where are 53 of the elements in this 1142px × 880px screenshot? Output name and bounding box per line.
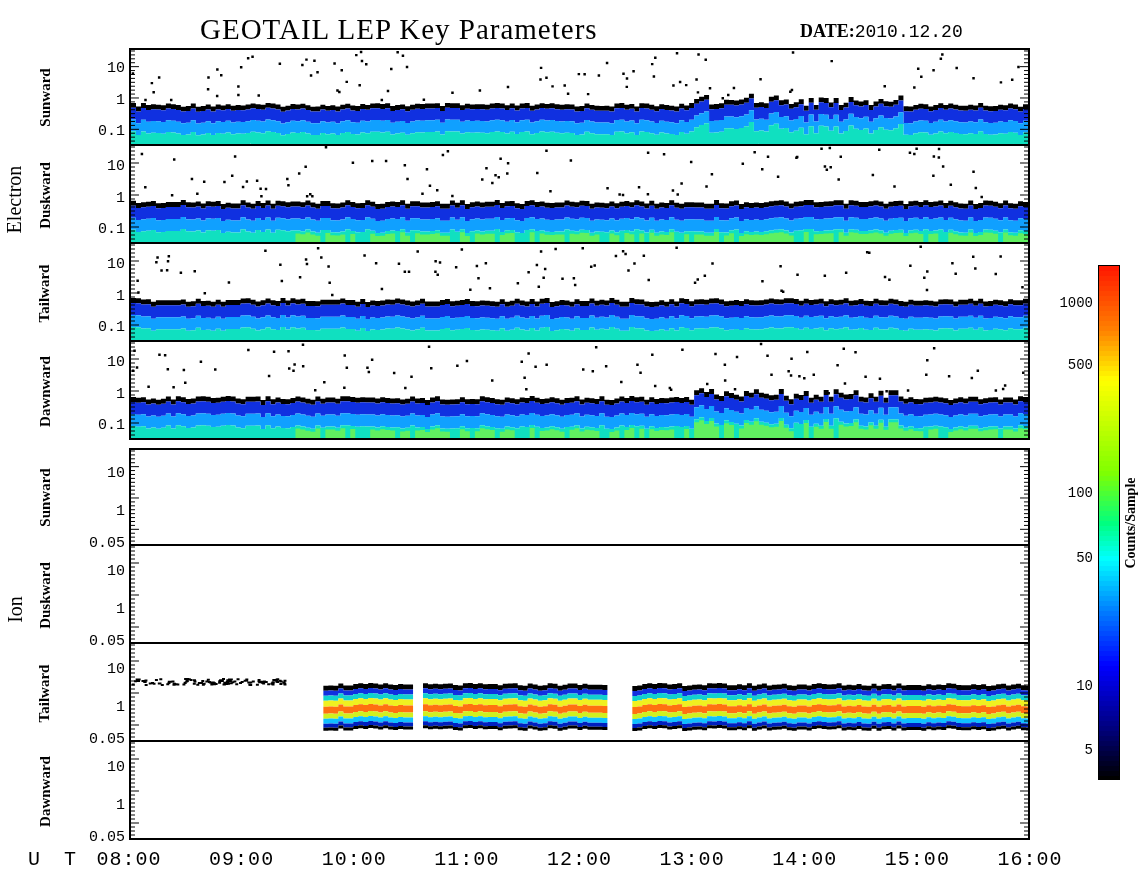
group-label: Electron	[3, 165, 27, 233]
time-tick-label: 08:00	[96, 848, 162, 871]
axis-tick-label: 0.05	[89, 535, 125, 551]
panel-label: Duskward	[36, 161, 54, 229]
panel-label: Sunward	[36, 467, 54, 527]
axis-tick-label: 0.1	[98, 123, 125, 139]
axis-tick-label: 0.05	[89, 633, 125, 649]
time-tick-label: 09:00	[209, 848, 275, 871]
colorbar-tick-label: 100	[1067, 486, 1093, 501]
time-tick-label: 14:00	[772, 848, 838, 871]
panel-label: Dawnward	[36, 755, 54, 827]
axis-tick-label: 1	[116, 699, 125, 715]
axis-tick-label: 1	[116, 190, 125, 206]
axis-tick-label: 1	[116, 601, 125, 617]
axis-tick-label: 1	[116, 386, 125, 402]
axis-tick-label: 10	[107, 60, 125, 76]
panel-label: Duskward	[36, 561, 54, 629]
axis-tick-label: 10	[107, 158, 125, 174]
axis-label: U T	[28, 848, 82, 871]
date-text: DATE:2010.12.20	[800, 21, 963, 44]
panel-label: Sunward	[36, 67, 54, 127]
axis-tick-label: 1	[116, 797, 125, 813]
axis-tick-label: 1	[116, 503, 125, 519]
axis-tick-label: 10	[107, 661, 125, 676]
axis-tick-label: 0.1	[98, 417, 125, 433]
axis-tick-label: 0.05	[89, 829, 125, 845]
axis-tick-label: 10	[107, 465, 125, 480]
colorbar-tick-label: 1000	[1059, 296, 1093, 311]
time-tick-label: 13:00	[659, 848, 725, 871]
colorbar-title: Counts/Sample	[1123, 477, 1139, 568]
axis-tick-label: 0.05	[89, 731, 125, 747]
group-label: Ion	[3, 595, 27, 623]
panel-label: Tailward	[36, 664, 54, 722]
chart-title: GEOTAIL LEP Key Parameters	[200, 13, 599, 46]
panel-label: Dawnward	[36, 355, 54, 427]
axis-tick-label: 10	[107, 354, 125, 370]
axis-tick-label: 10	[107, 563, 125, 578]
time-tick-label: 12:00	[547, 848, 612, 871]
colorbar-tick-label: 5	[1084, 743, 1093, 758]
time-tick-label: 15:00	[884, 848, 950, 871]
axis-tick-label: 0.1	[98, 221, 125, 237]
axis-tick-label: 1	[116, 92, 125, 108]
time-tick-label: 10:00	[321, 848, 387, 871]
time-tick-label: 16:00	[997, 848, 1063, 871]
axis-tick-label: 0.1	[98, 319, 125, 335]
axis-tick-label: 10	[107, 759, 125, 774]
panel-label: Tailward	[36, 264, 54, 322]
colorbar-tick-label: 500	[1067, 357, 1093, 372]
colorbar-tick-label: 10	[1076, 678, 1093, 693]
time-tick-label: 11:00	[434, 848, 500, 871]
axis-tick-label: 1	[116, 288, 125, 304]
axis-tick-label: 10	[107, 256, 125, 272]
colorbar-tick-label: 50	[1076, 551, 1093, 566]
